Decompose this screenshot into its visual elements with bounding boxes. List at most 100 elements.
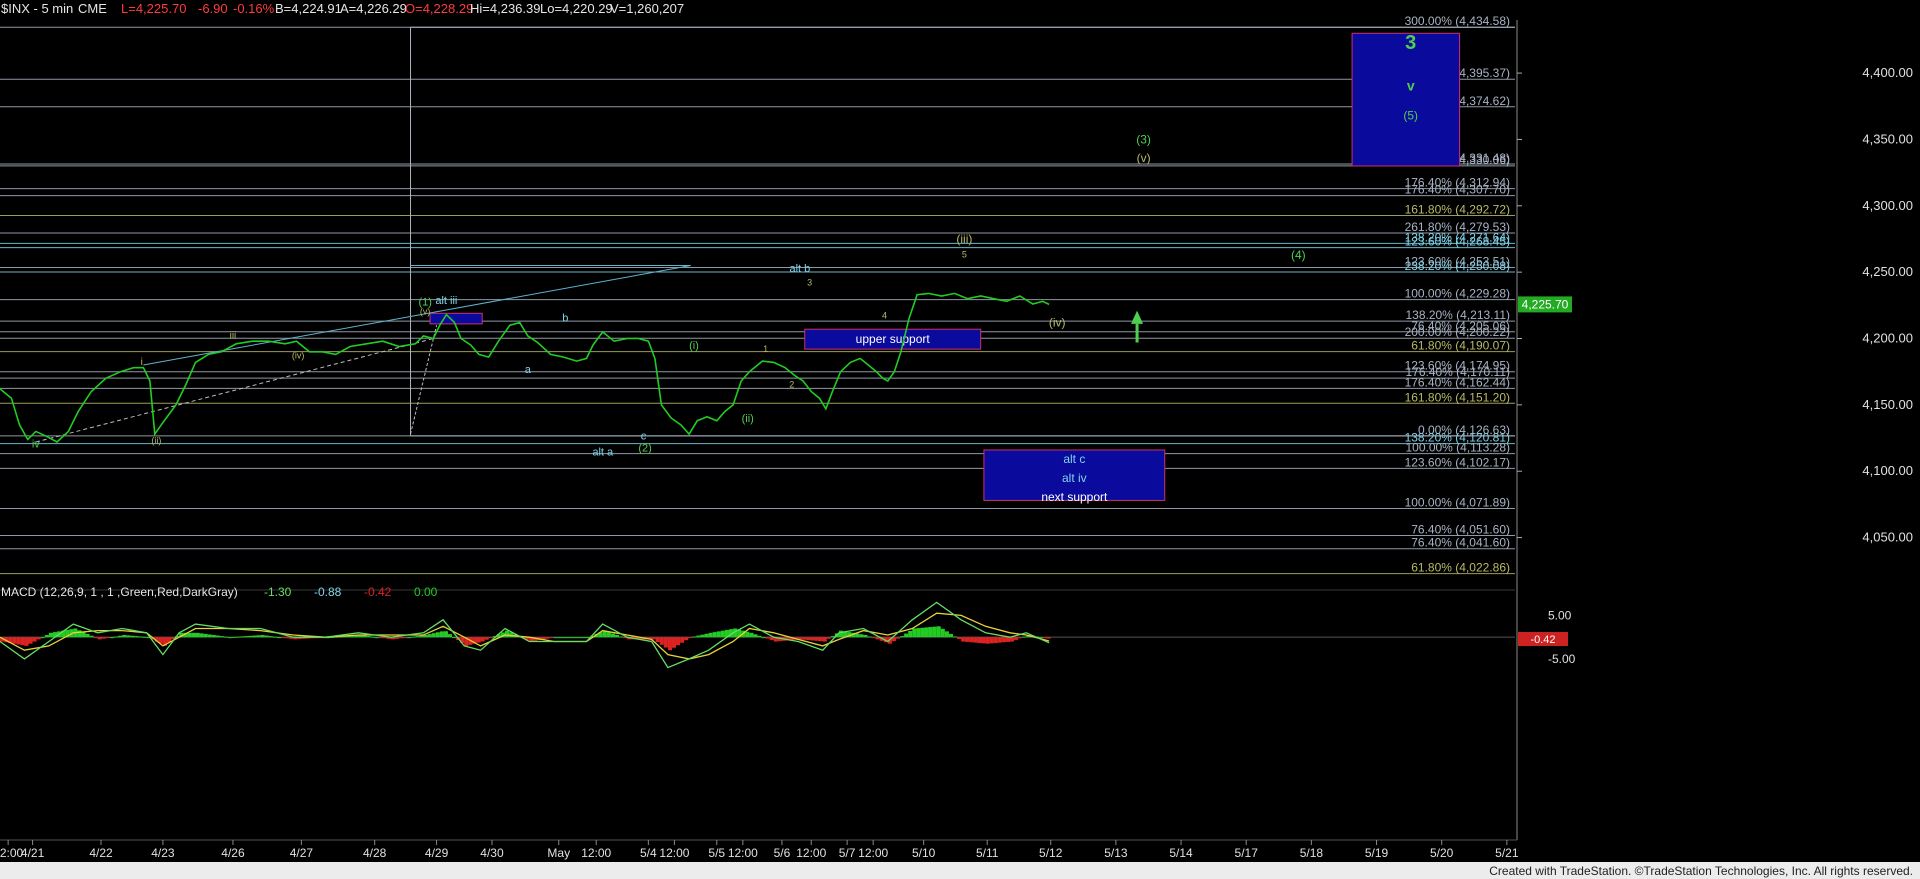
macd-histogram-bar bbox=[362, 635, 367, 638]
macd-histogram-bar bbox=[232, 636, 237, 638]
macd-histogram-bar bbox=[957, 637, 962, 639]
macd-histogram-bar bbox=[101, 637, 106, 639]
macd-histogram-bar bbox=[952, 636, 958, 638]
macd-histogram-bar bbox=[48, 632, 53, 638]
wave-label: c bbox=[641, 430, 647, 442]
macd-histogram-bar bbox=[855, 633, 860, 638]
fib-label: 238.20% (4,250.08) bbox=[1405, 259, 1510, 273]
fib-label: 100.00% (4,071.89) bbox=[1405, 496, 1510, 510]
macd-histogram-bar bbox=[1042, 637, 1047, 639]
fib-label: 176.40% (4,307.70) bbox=[1405, 183, 1510, 197]
macd-histogram-bar bbox=[77, 630, 82, 638]
wave-label: (3) bbox=[1136, 132, 1151, 146]
fib-label: 76.40% (4,041.60) bbox=[1411, 536, 1510, 550]
x-tick-label: 12:00 bbox=[858, 846, 888, 860]
macd-histogram-bar bbox=[973, 637, 978, 643]
macd-histogram-bar bbox=[871, 637, 876, 639]
wave-label: 3 bbox=[1405, 32, 1416, 54]
macd-histogram-bar bbox=[619, 636, 624, 638]
macd-histogram-bar bbox=[920, 627, 925, 638]
macd-histogram-bar bbox=[1010, 637, 1015, 642]
wave-label: (2) bbox=[638, 442, 651, 454]
macd-histogram-bar bbox=[985, 637, 990, 644]
macd-histogram-bar bbox=[203, 633, 208, 638]
header-change-pct: -0.16% bbox=[233, 1, 275, 16]
wave-label: 5 bbox=[962, 250, 967, 260]
fib-label: 161.80% (4,292.72) bbox=[1405, 202, 1510, 216]
wave-label: (ii) bbox=[151, 435, 161, 445]
macd-histogram-bar bbox=[20, 637, 25, 646]
macd-histogram-bar bbox=[476, 637, 481, 643]
macd-histogram-bar bbox=[236, 636, 241, 638]
macd-legend-item: -0.88 bbox=[314, 585, 342, 599]
x-tick-label: 4/26 bbox=[221, 846, 245, 860]
wave-label: i bbox=[141, 357, 143, 368]
header-change: -6.90 bbox=[198, 1, 228, 16]
macd-histogram-bar bbox=[252, 635, 257, 638]
x-tick-label: 5/7 bbox=[839, 846, 856, 860]
zone-label: upper support bbox=[856, 332, 931, 346]
macd-histogram-bar bbox=[199, 633, 204, 638]
macd-histogram-bar bbox=[676, 637, 681, 646]
x-tick-label: 5/11 bbox=[976, 846, 999, 860]
fib-label: 123.60% (4,268.45) bbox=[1405, 235, 1510, 249]
macd-histogram-bar bbox=[89, 635, 94, 638]
last-price-label: 4,225.70 bbox=[1522, 297, 1569, 311]
macd-histogram-bar bbox=[109, 637, 115, 639]
macd-histogram-bar bbox=[370, 636, 375, 638]
wave-label: alt a bbox=[592, 446, 614, 458]
macd-histogram-bar bbox=[419, 635, 424, 638]
wave-label: a bbox=[525, 364, 532, 376]
x-tick-label: 4/30 bbox=[480, 846, 504, 860]
y-tick-label: 4,200.00 bbox=[1862, 331, 1913, 346]
macd-histogram-bar bbox=[704, 633, 709, 638]
x-tick-label: 12:00 bbox=[796, 846, 826, 860]
header-high: Hi=4,236.39 bbox=[470, 1, 540, 16]
macd-histogram-bar bbox=[447, 634, 453, 638]
wave-label: 3 bbox=[807, 277, 812, 287]
fib-label: 300.00% (4,434.58) bbox=[1405, 14, 1510, 28]
x-tick-label: 5/5 bbox=[708, 846, 725, 860]
fib-label: 76.40% (4,051.60) bbox=[1411, 522, 1510, 536]
macd-tick-label: -5.00 bbox=[1548, 652, 1576, 666]
wave-label: alt b bbox=[789, 263, 810, 275]
macd-histogram-bar bbox=[671, 637, 677, 648]
macd-histogram-bar bbox=[223, 636, 229, 638]
header-open: O=4,228.29 bbox=[405, 1, 473, 16]
macd-histogram-bar bbox=[187, 632, 192, 638]
macd-histogram-bar bbox=[753, 634, 758, 638]
x-tick-label: 4/23 bbox=[151, 846, 175, 860]
macd-histogram-bar bbox=[802, 637, 807, 640]
macd-histogram-bar bbox=[93, 637, 98, 639]
macd-histogram-bar bbox=[549, 637, 554, 639]
macd-histogram-bar bbox=[574, 637, 579, 639]
macd-histogram-bar bbox=[696, 635, 701, 638]
wave-label: v bbox=[1407, 77, 1415, 93]
macd-histogram-bar bbox=[366, 636, 371, 638]
macd-legend-item: -1.30 bbox=[264, 585, 292, 599]
macd-histogram-bar bbox=[118, 635, 123, 638]
macd-histogram-bar bbox=[932, 626, 937, 638]
macd-histogram-bar bbox=[276, 637, 282, 639]
macd-histogram-bar bbox=[382, 637, 387, 639]
macd-histogram-bar bbox=[240, 636, 245, 638]
wave-label: iii bbox=[230, 331, 237, 342]
macd-histogram-bar bbox=[248, 635, 253, 638]
macd-histogram-bar bbox=[981, 637, 986, 644]
macd-histogram-bar bbox=[806, 637, 811, 641]
macd-histogram-bar bbox=[85, 633, 90, 638]
macd-histogram-bar bbox=[765, 637, 770, 639]
macd-histogram-bar bbox=[138, 636, 143, 638]
macd-histogram-bar bbox=[285, 637, 290, 639]
wave-label: (v) bbox=[420, 307, 431, 317]
macd-tick-label: 5.00 bbox=[1548, 608, 1572, 622]
x-tick-label: 4/21 bbox=[21, 846, 45, 860]
macd-histogram-bar bbox=[191, 632, 196, 638]
macd-histogram-bar bbox=[566, 637, 571, 639]
macd-histogram-bar bbox=[24, 637, 29, 646]
macd-histogram-bar bbox=[745, 631, 750, 638]
x-tick-label: 5/12 bbox=[1039, 846, 1063, 860]
macd-histogram-bar bbox=[965, 637, 970, 642]
macd-histogram-bar bbox=[948, 633, 953, 638]
wave-label: (i) bbox=[689, 340, 699, 352]
